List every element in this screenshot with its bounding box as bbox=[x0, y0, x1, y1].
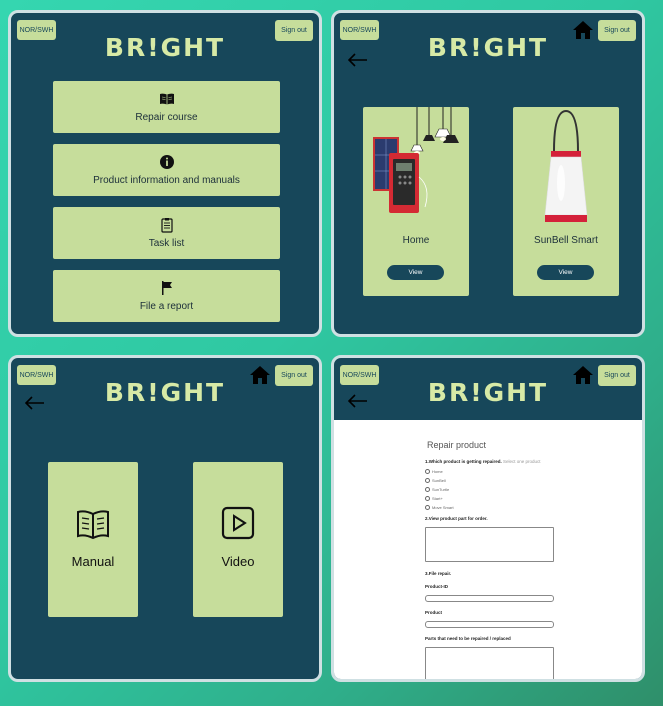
radio-option[interactable]: Move Smart bbox=[425, 505, 454, 510]
product-name: Home bbox=[402, 235, 430, 246]
product-resources-screen: NOR/SWH BR!GHT Sign out Manual Video bbox=[8, 355, 322, 682]
video-label: Video bbox=[221, 554, 255, 569]
clipboard-icon bbox=[160, 218, 173, 233]
sign-out-button[interactable]: Sign out bbox=[275, 20, 313, 41]
product-info-button[interactable]: Product information and manuals bbox=[53, 144, 280, 196]
home-icon[interactable] bbox=[250, 366, 270, 384]
menu-item-label: Repair course bbox=[135, 112, 198, 123]
product-selection-screen: NOR/SWH BR!GHT Sign out Home View SunBel… bbox=[331, 10, 645, 337]
question-1-hint: Select one product bbox=[503, 459, 541, 464]
radio-circle[interactable] bbox=[425, 478, 430, 483]
product-name: SunBell Smart bbox=[534, 235, 598, 246]
radio-circle[interactable] bbox=[425, 487, 430, 492]
radio-option[interactable]: SunBell bbox=[425, 478, 446, 483]
book-icon bbox=[159, 93, 174, 105]
brand-logo: BR!GHT bbox=[104, 378, 226, 407]
back-arrow-icon[interactable] bbox=[348, 394, 368, 408]
sign-out-button[interactable]: Sign out bbox=[598, 365, 636, 386]
sunbell-lantern-image bbox=[544, 109, 588, 222]
radio-label: SunTurtle bbox=[432, 487, 450, 492]
video-card[interactable]: Video bbox=[193, 462, 283, 617]
radio-label: Move Smart bbox=[432, 505, 454, 510]
sign-out-button[interactable]: Sign out bbox=[275, 365, 313, 386]
info-icon bbox=[159, 155, 174, 169]
sign-out-button[interactable]: Sign out bbox=[598, 20, 636, 41]
menu-item-label: Task list bbox=[148, 238, 185, 249]
home-icon[interactable] bbox=[573, 366, 593, 384]
manual-label: Manual bbox=[71, 554, 115, 569]
home-icon[interactable] bbox=[573, 21, 593, 39]
product-card-sunbell[interactable]: SunBell Smart View bbox=[513, 107, 619, 296]
product-part-textarea[interactable] bbox=[425, 527, 554, 562]
back-arrow-icon[interactable] bbox=[25, 396, 45, 410]
parts-textarea[interactable] bbox=[425, 647, 554, 679]
repair-form-screen: NOR/SWH BR!GHT Sign out Repair product 1… bbox=[331, 355, 645, 682]
radio-circle[interactable] bbox=[425, 505, 430, 510]
radio-circle[interactable] bbox=[425, 469, 430, 474]
menu-item-label: Product information and manuals bbox=[93, 175, 240, 186]
question-2: 2.View product part for order. bbox=[425, 516, 488, 521]
product-id-label: Product-ID bbox=[425, 584, 448, 589]
radio-option[interactable]: Home bbox=[425, 469, 443, 474]
question-1: 1.Which product is getting repaired. Sel… bbox=[425, 459, 541, 464]
parts-label: Parts that need to be repaired / replace… bbox=[425, 636, 511, 641]
task-list-button[interactable]: Task list bbox=[53, 207, 280, 259]
repair-form: Repair product 1.Which product is gettin… bbox=[334, 420, 642, 679]
view-home-button[interactable]: View bbox=[387, 265, 444, 280]
brand-logo: BR!GHT bbox=[427, 33, 549, 62]
book-open-icon bbox=[77, 510, 109, 540]
brand-logo: BR!GHT bbox=[427, 378, 549, 407]
product-id-input[interactable] bbox=[425, 595, 554, 602]
product-label: Product bbox=[425, 610, 443, 615]
main-menu-screen: NOR/SWH BR!GHT Sign out Repair course Pr… bbox=[8, 10, 322, 337]
radio-label: SunBell bbox=[432, 478, 446, 483]
menu-item-label: File a report bbox=[139, 301, 194, 312]
repair-course-button[interactable]: Repair course bbox=[53, 81, 280, 133]
product-card-home[interactable]: Home View bbox=[363, 107, 469, 296]
flag-icon bbox=[161, 281, 172, 295]
product-input[interactable] bbox=[425, 621, 554, 628]
play-icon bbox=[221, 506, 255, 540]
radio-option[interactable]: SunTurtle bbox=[425, 487, 449, 492]
brand-logo: BR!GHT bbox=[104, 33, 226, 62]
file-report-button[interactable]: File a report bbox=[53, 270, 280, 322]
manual-card[interactable]: Manual bbox=[48, 462, 138, 617]
radio-label: Home bbox=[432, 469, 443, 474]
home-kit-image bbox=[373, 107, 459, 213]
question-1-text: 1.Which product is getting repaired. bbox=[425, 459, 502, 464]
radio-option[interactable]: Start+ bbox=[425, 496, 443, 501]
view-sunbell-button[interactable]: View bbox=[537, 265, 594, 280]
question-3: 3.File repair. bbox=[425, 571, 452, 576]
radio-label: Start+ bbox=[432, 496, 443, 501]
form-title: Repair product bbox=[427, 440, 487, 450]
back-arrow-icon[interactable] bbox=[348, 53, 368, 67]
radio-circle[interactable] bbox=[425, 496, 430, 501]
